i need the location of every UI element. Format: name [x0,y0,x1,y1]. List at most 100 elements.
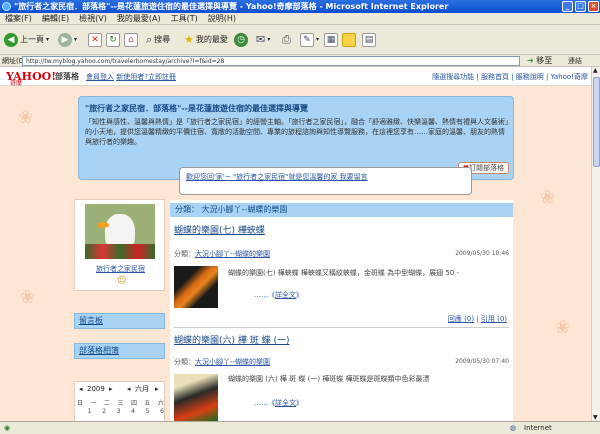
back-button[interactable]: ◀ 上一頁 ▾ [4,31,49,49]
close-button[interactable]: × [588,1,599,12]
comments-link[interactable]: 回應 (0) [448,315,474,323]
main-column: 分類： 大況小腳丫--蝴蝶的樂園 蝴蝶的樂園(七) 樺蛺蝶 分類：大況小腳丫--… [170,200,513,421]
go-arrow-icon: ➜ [527,56,534,65]
edit-icon: ✎ [300,33,314,47]
page-status-icon: ◉ [4,424,11,432]
minimize-button[interactable]: _ [562,1,573,12]
trackback-link[interactable]: 引用 (0) [481,315,507,323]
mail-button[interactable]: ✉ ▾ [256,31,270,49]
login-link[interactable]: 會員登入 [86,73,114,81]
post-category-link[interactable]: 大況小腳丫--蝴蝶的樂園 [195,250,270,258]
sidebar: 旅行者之家民宿 ☺ 留言板 部落格相簿 ◂ 2009 ▸ ◂ 六月 ▸ 日一二三… [74,199,165,421]
next-month-button[interactable]: ▸ [155,384,159,394]
zone-label: Internet [524,424,552,432]
links-button[interactable]: 連結 [568,55,582,67]
calendar-day[interactable]: 5 [146,408,150,415]
address-bar: 網址(D) http://tw.myblog.yahoo.com/travele… [0,55,600,67]
maximize-button[interactable]: □ [575,1,586,12]
category-header: 分類： 大況小腳丫--蝴蝶的樂園 [170,203,513,217]
menu-edit[interactable]: 編輯(E) [37,13,74,25]
calendar-day[interactable]: 6 [160,408,164,415]
post-category: 分類：大況小腳丫--蝴蝶的樂園 [174,249,270,259]
calendar-day[interactable]: 4 [131,408,135,415]
history-button[interactable]: ◷ [234,31,248,49]
read-more: ……《詳全文》 [254,291,303,299]
post-title-link[interactable]: 蝴蝶的樂園(七) 樺蛺蝶 [174,223,265,236]
edit-button[interactable]: ✎ ▾ [300,31,319,49]
home-button[interactable]: ⌂ [124,31,138,49]
forward-dropdown-icon[interactable]: ▾ [74,31,77,49]
menu-help[interactable]: 說明(H) [203,13,241,25]
menu-file[interactable]: 檔案(F) [0,13,37,25]
stop-button[interactable]: ✕ [88,31,102,49]
yahoo-nav-bar: YAHOO! 奇摩 部落格 會員登入 新使用者?立即註冊 隨選搜尋功能 | 服務… [0,67,591,87]
title-bar: "旅行者之家民宿．部落格"--是花蓮旅遊住宿的最佳選擇與導覽 - Yahoo!奇… [0,0,600,13]
research-icon: ▤ [362,33,376,47]
menu-favorites[interactable]: 我的最愛(A) [112,13,166,25]
login-links: 會員登入 新使用者?立即註冊 [86,72,176,82]
service-help-link[interactable]: 服務說明 [516,73,544,81]
edit-dropdown-icon[interactable]: ▾ [316,31,319,49]
prev-year-button[interactable]: ◂ [79,384,83,394]
discuss-button[interactable]: ▦ [324,31,338,49]
menu-view[interactable]: 檢視(V) [74,13,112,25]
print-icon: ⎙ [282,33,291,46]
calendar-days: 1 2 3 4 5 6 [77,408,164,415]
post-category-link[interactable]: 大況小腳丫--蝴蝶的樂園 [195,358,270,366]
calendar-day[interactable]: 1 [88,408,92,415]
menu-tools[interactable]: 工具(T) [166,13,203,25]
paw-decoration-icon: ❀ [555,317,571,338]
paw-decoration-icon: ❀ [20,287,36,308]
forward-button[interactable]: ▶ ▾ [58,31,77,49]
calendar-day[interactable]: 3 [117,408,121,415]
prev-month-button[interactable]: ◂ [127,384,131,394]
scroll-thumb[interactable] [593,77,600,167]
search-button[interactable]: ⌕ 搜尋 [146,31,170,49]
blog-album-link[interactable]: 部落格相簿 [74,343,165,359]
post-title-link[interactable]: 蝴蝶的樂園(六) 樺 斑 蝶 (一) [174,333,290,346]
register-link[interactable]: 新使用者?立即註冊 [116,73,176,81]
post-thumbnail[interactable] [174,374,218,421]
next-year-button[interactable]: ▸ [109,384,113,394]
welcome-link[interactable]: 歡迎您回'家'~ "旅行者之家民宿"就是您溫馨的家 我要留言 [186,173,368,181]
blog-title: "旅行者之家民宿．部落格"--是花蓮旅遊住宿的最佳選擇與導覽 [85,104,308,113]
calendar-weekdays: 日一二三四五六 [77,398,164,407]
mail-dropdown-icon[interactable]: ▾ [267,31,270,49]
research-button[interactable]: ▤ [362,31,376,49]
messenger-button[interactable] [342,31,356,49]
history-icon: ◷ [234,33,248,47]
read-more-link[interactable]: 詳全文 [275,291,296,299]
print-button[interactable]: ⎙ [282,31,291,49]
refresh-button[interactable]: ↻ [106,31,120,49]
smile-icon: ☺ [117,276,127,286]
post-thumbnail[interactable] [174,266,218,308]
calendar-year: 2009 [87,385,105,393]
guestbook-link[interactable]: 留言板 [74,313,165,329]
post-footer: 回應 (0) | 引用 (0) [447,315,507,323]
vertical-scrollbar[interactable]: ▲ ▼ [591,67,600,421]
blog-brand[interactable]: 部落格 [55,71,79,82]
yahoo-home-link[interactable]: Yahoo!奇摩 [551,73,588,81]
go-button[interactable]: ➜ 移至 [527,55,552,67]
refresh-icon: ↻ [106,33,120,47]
address-input[interactable]: http://tw.myblog.yahoo.com/travelerhomes… [22,56,520,66]
scroll-down-icon[interactable]: ▼ [593,414,598,421]
stop-icon: ✕ [88,33,102,47]
duck-beak [97,222,109,228]
home-icon: ⌂ [124,33,138,47]
weekday-label: 四 [130,400,137,407]
scroll-up-icon[interactable]: ▲ [593,67,598,74]
service-home-link[interactable]: 服務首頁 [481,73,509,81]
mail-icon: ✉ [256,33,266,46]
post-date: 2009/05/30 10:46 [455,250,509,257]
paw-decoration-icon: ❀ [540,187,556,208]
weekday-label: 五 [144,400,151,407]
avatar[interactable] [85,204,155,259]
back-arrow-icon: ◀ [4,33,18,47]
calendar-day[interactable]: 2 [102,408,106,415]
favorites-button[interactable]: ★ 我的最愛 [184,31,228,49]
read-more-link[interactable]: 詳全文 [275,399,296,407]
profile-name-link[interactable]: 旅行者之家民宿 [75,264,166,274]
back-dropdown-icon[interactable]: ▾ [46,31,49,49]
search-feature-link[interactable]: 隨選搜尋功能 [432,73,474,81]
